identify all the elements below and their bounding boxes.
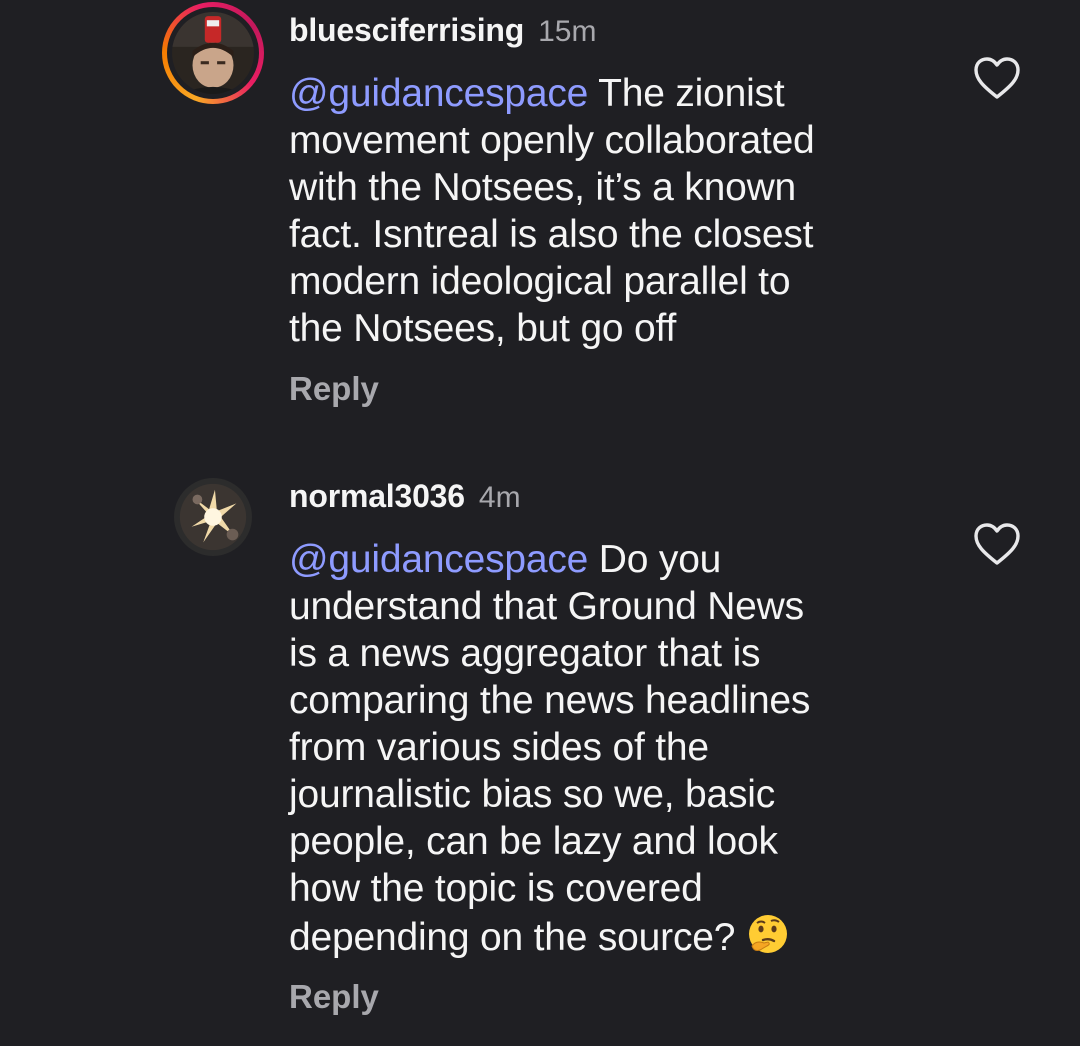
comment-line: from various sides of the — [289, 726, 709, 769]
comment-line: depending on the source? — [289, 916, 746, 959]
comment-line: with the Notsees, it’s a known — [289, 166, 797, 209]
username[interactable]: normal3036 — [289, 478, 465, 515]
reply-button[interactable]: Reply — [289, 978, 379, 1016]
heart-outline-icon[interactable] — [973, 56, 1021, 100]
thinking-face-emoji — [748, 915, 787, 953]
comment-line: is a news aggregator that is — [289, 632, 761, 675]
avatar — [172, 12, 254, 94]
timestamp: 4m — [478, 481, 521, 514]
comment-line: the Notsees, but go off — [289, 307, 677, 350]
comment-line: The zionist — [588, 72, 785, 115]
comment-line: modern ideological parallel to — [289, 260, 791, 303]
comment-line: how the topic is covered — [289, 867, 703, 910]
timestamp: 15m — [538, 15, 597, 48]
comment-line: movement openly collaborated — [289, 119, 815, 162]
comment-header: normal3036 4m — [289, 478, 521, 515]
avatar[interactable] — [174, 478, 252, 556]
comment-line: understand that Ground News — [289, 585, 804, 628]
comment-line: comparing the news headlines — [289, 679, 811, 722]
avatar-story-ring[interactable] — [162, 2, 264, 104]
comment-text: @guidancespace Do you understand that Gr… — [289, 536, 929, 961]
mention-link[interactable]: @guidancespace — [289, 72, 588, 115]
comment-line: people, can be lazy and look — [289, 820, 778, 863]
username[interactable]: bluesciferrising — [289, 12, 524, 49]
heart-outline-icon[interactable] — [973, 522, 1021, 566]
reply-button[interactable]: Reply — [289, 370, 379, 408]
comment-item: bluesciferrising 15m @guidancespace The … — [0, 0, 1080, 440]
comment-header: bluesciferrising 15m — [289, 12, 596, 49]
comment-line: Do you — [588, 538, 722, 581]
mention-link[interactable]: @guidancespace — [289, 538, 588, 581]
comment-line: journalistic bias so we, basic — [289, 773, 776, 816]
comment-line: fact. Isntreal is also the closest — [289, 213, 814, 256]
comment-text: @guidancespace The zionist movement open… — [289, 70, 929, 352]
